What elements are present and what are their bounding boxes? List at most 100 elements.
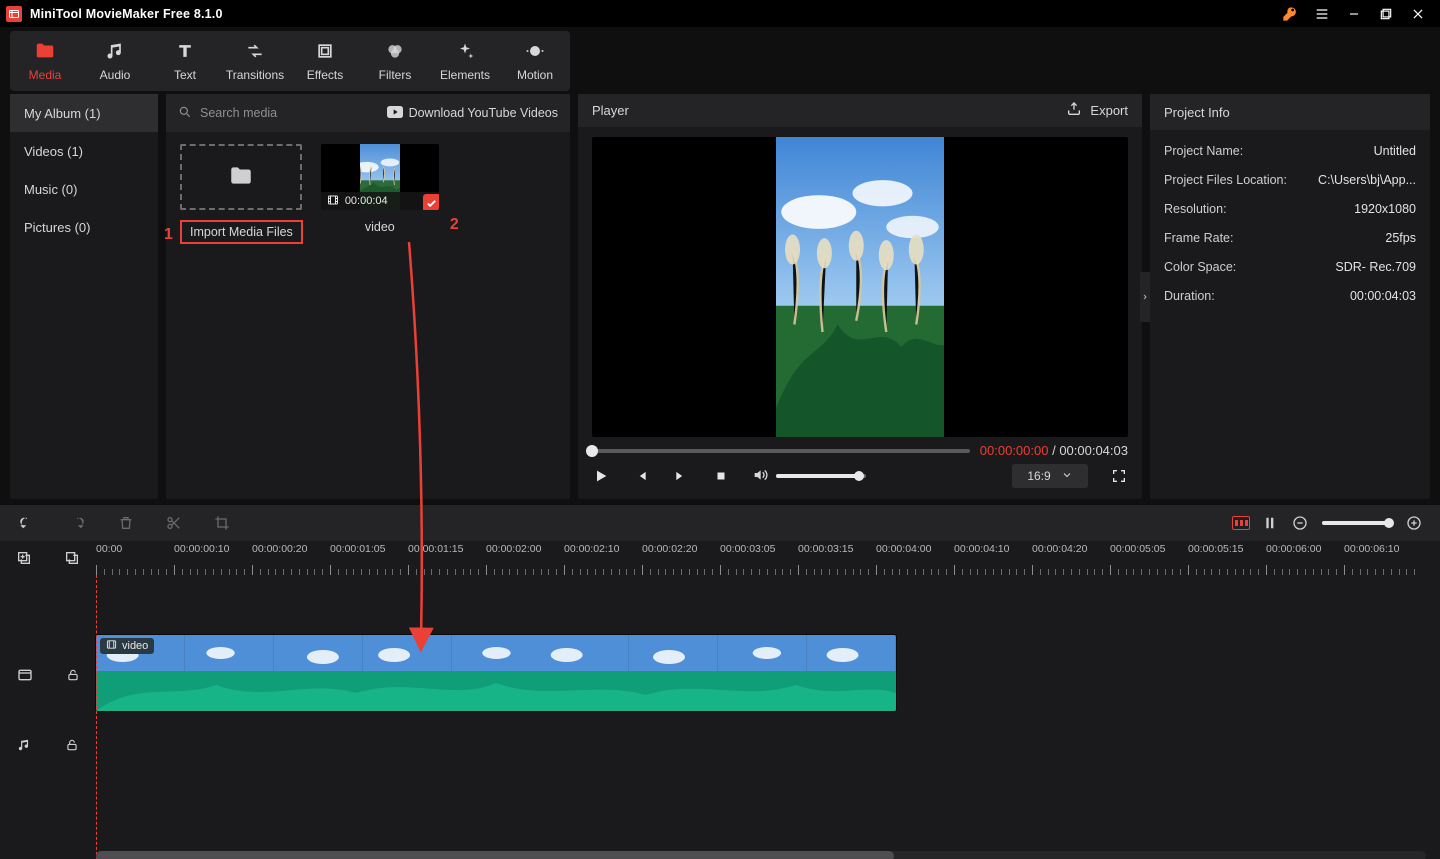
window-maximize-button[interactable] — [1370, 0, 1402, 27]
ribbon-tab-audio[interactable]: Audio — [80, 31, 150, 91]
play-button[interactable] — [592, 467, 610, 485]
audio-track-header — [0, 715, 96, 775]
player-panel: Player Export — [578, 94, 1142, 499]
tracks-area[interactable]: video — [96, 575, 1440, 859]
motion-icon — [524, 40, 546, 62]
download-youtube-link[interactable]: Download YouTube Videos — [387, 106, 558, 121]
track-collapse-button[interactable] — [64, 550, 80, 566]
track-headers — [0, 575, 96, 859]
split-button[interactable] — [166, 515, 182, 531]
fullscreen-button[interactable] — [1110, 467, 1128, 485]
info-row: Resolution:1920x1080 — [1164, 194, 1416, 223]
film-icon — [106, 639, 117, 653]
volume-track[interactable] — [776, 474, 866, 478]
import-media-label[interactable]: Import Media Files — [180, 220, 303, 244]
hamburger-menu-icon[interactable] — [1306, 0, 1338, 27]
ribbon-tab-motion[interactable]: Motion — [500, 31, 570, 91]
export-button[interactable]: Export — [1066, 101, 1128, 120]
crop-button[interactable] — [214, 515, 230, 531]
sidebar-item-videos[interactable]: Videos (1) — [10, 132, 158, 170]
timeline-ruler[interactable]: 00:0000:00:00:1000:00:00:2000:00:01:0500… — [96, 541, 1440, 575]
ribbon-tab-media[interactable]: Media — [10, 31, 80, 91]
track-visibility-icon[interactable] — [17, 667, 33, 683]
folder-icon — [34, 40, 56, 62]
ribbon-tab-filters[interactable]: Filters — [360, 31, 430, 91]
info-row: Duration:00:00:04:03 — [1164, 281, 1416, 310]
scrub-bar[interactable]: 00:00:00:00 / 00:00:04:03 — [592, 443, 1128, 458]
window-close-button[interactable] — [1402, 0, 1434, 27]
aspect-ratio-select[interactable]: 16:9 — [1012, 464, 1088, 488]
import-media-tile[interactable] — [180, 144, 302, 210]
search-input[interactable]: Search media — [178, 105, 379, 122]
zoom-in-button[interactable] — [1406, 515, 1422, 531]
playhead[interactable] — [96, 575, 97, 859]
media-clip-thumbnail[interactable]: 00:00:04 — [321, 144, 439, 210]
stop-button[interactable] — [712, 467, 730, 485]
aspect-value: 16:9 — [1027, 469, 1050, 483]
volume-control[interactable] — [752, 467, 866, 486]
music-icon — [104, 40, 126, 62]
zoom-out-button[interactable] — [1292, 515, 1308, 531]
timeline-clip[interactable]: video — [96, 635, 896, 711]
ribbon-tab-effects[interactable]: Effects — [290, 31, 360, 91]
project-info-panel: Project Info Project Name:Untitled Proje… — [1150, 94, 1430, 499]
annotation-number-2: 2 — [450, 216, 459, 234]
undo-button[interactable] — [18, 514, 36, 532]
ribbon-label: Effects — [307, 68, 343, 82]
track-lock-icon[interactable] — [66, 668, 80, 682]
redo-button[interactable] — [68, 514, 86, 532]
player-header: Player Export — [578, 94, 1142, 127]
ribbon-tab-text[interactable]: Text — [150, 31, 220, 91]
sidebar-item-pictures[interactable]: Pictures (0) — [10, 208, 158, 246]
clip-name: video — [122, 640, 148, 652]
delete-button[interactable] — [118, 515, 134, 531]
panel-collapse-toggle[interactable] — [1140, 272, 1150, 322]
thumb-duration-bar: 00:00:04 — [321, 192, 439, 210]
youtube-link-label: Download YouTube Videos — [409, 106, 558, 120]
add-track-button[interactable] — [16, 550, 32, 566]
scrub-track[interactable] — [592, 449, 970, 453]
ribbon-label: Filters — [379, 68, 412, 82]
ribbon-tool-group: Media Audio Text Transitions Effects Fil… — [10, 31, 570, 91]
filters-icon — [384, 40, 406, 62]
app-logo — [6, 6, 22, 22]
window-title: MiniTool MovieMaker Free 8.1.0 — [30, 7, 223, 21]
film-icon — [327, 194, 339, 209]
ribbon-label: Motion — [517, 68, 553, 82]
scrub-handle[interactable] — [586, 445, 598, 457]
window-minimize-button[interactable] — [1338, 0, 1370, 27]
media-panel-topbar: Search media Download YouTube Videos — [166, 94, 570, 132]
work-row: My Album (1) Videos (1) Music (0) Pictur… — [0, 94, 1440, 499]
timeline-scrollbar[interactable] — [96, 851, 1426, 859]
volume-icon — [752, 467, 768, 486]
timeline-scrollbar-thumb[interactable] — [96, 851, 894, 859]
volume-handle[interactable] — [854, 471, 864, 481]
ribbon-label: Media — [29, 68, 62, 82]
effects-icon — [314, 40, 336, 62]
clip-label: video — [100, 638, 154, 654]
timeline-body: video — [0, 575, 1440, 859]
title-bar: MiniTool MovieMaker Free 8.1.0 — [0, 0, 1440, 27]
timeline: 00:0000:00:00:1000:00:00:2000:00:01:0500… — [0, 505, 1440, 859]
next-frame-button[interactable] — [672, 467, 690, 485]
auto-layout-icon[interactable] — [1232, 516, 1250, 530]
prev-frame-button[interactable] — [632, 467, 650, 485]
sidebar-item-myalbum[interactable]: My Album (1) — [10, 94, 158, 132]
media-sidebar: My Album (1) Videos (1) Music (0) Pictur… — [10, 94, 158, 499]
ribbon-tab-transitions[interactable]: Transitions — [220, 31, 290, 91]
audio-track-icon[interactable] — [17, 738, 31, 752]
timeline-ruler-row: 00:0000:00:00:1000:00:00:2000:00:01:0500… — [0, 541, 1440, 575]
zoom-slider[interactable] — [1322, 521, 1392, 525]
sidebar-item-music[interactable]: Music (0) — [10, 170, 158, 208]
chevron-down-icon — [1061, 469, 1073, 484]
player-stage[interactable] — [592, 137, 1128, 437]
activate-key-icon[interactable] — [1274, 0, 1306, 27]
video-track[interactable]: video — [96, 635, 896, 711]
zoom-handle[interactable] — [1384, 518, 1394, 528]
thumb-duration: 00:00:04 — [345, 195, 388, 207]
sidebar-item-label: Music (0) — [24, 182, 77, 197]
snap-toggle[interactable] — [1264, 515, 1278, 531]
audio-track-lock-icon[interactable] — [65, 738, 79, 752]
player-title: Player — [592, 103, 629, 118]
ribbon-tab-elements[interactable]: Elements — [430, 31, 500, 91]
